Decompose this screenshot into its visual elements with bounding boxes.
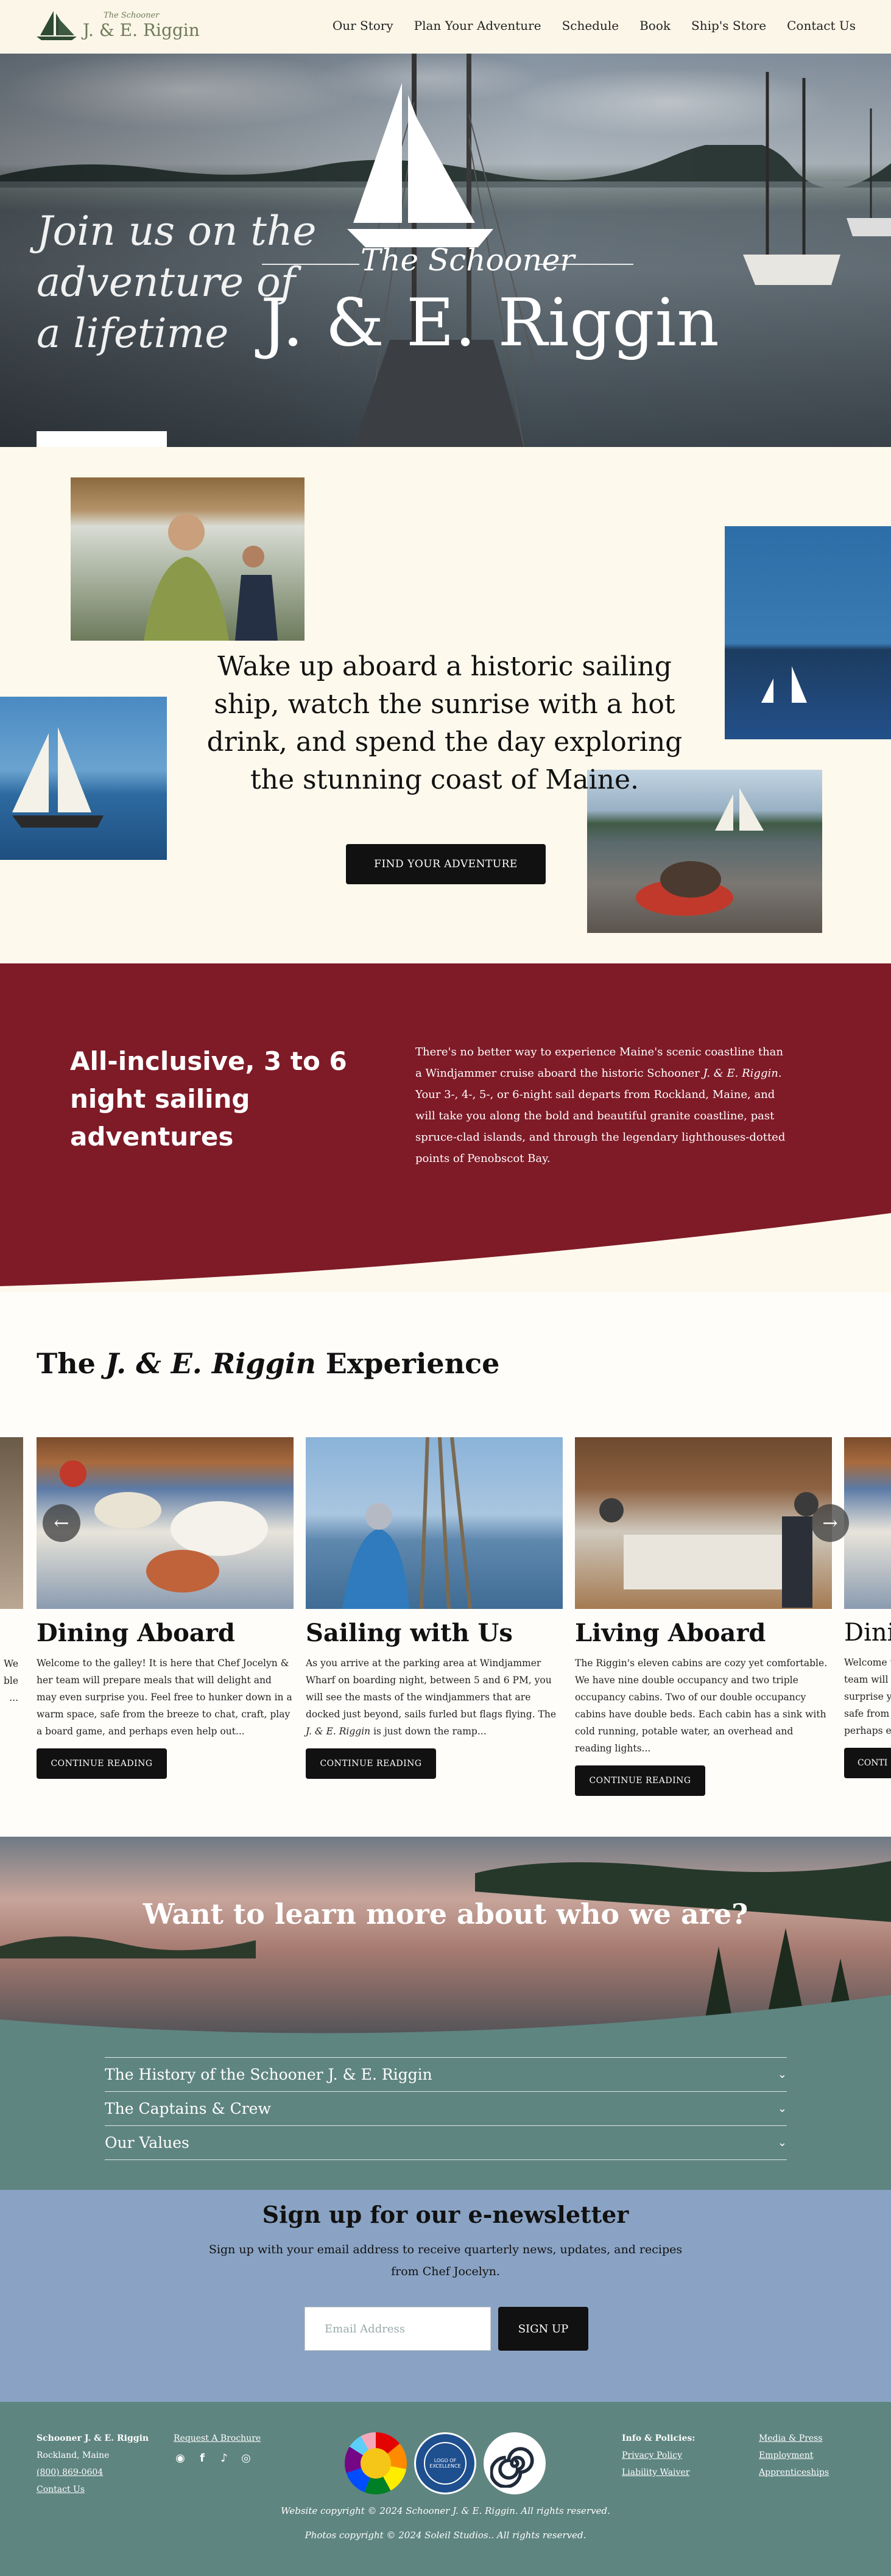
badge-row: LOGO OF EXCELLENCE (345, 2432, 546, 2494)
main-nav: Our Story Plan Your Adventure Schedule B… (333, 18, 856, 33)
card-title: Sailing with Us (306, 1619, 513, 1647)
sailing-with-us-card: Sailing with Us As you arrive at the par… (306, 1437, 563, 1779)
schooner-logo-icon (37, 11, 77, 40)
website-copyright: Website copyright © 2024 Schooner J. & E… (281, 2505, 610, 2516)
find-your-adventure-button[interactable]: FIND YOUR ADVENTURE (346, 844, 546, 884)
intro-text: Wake up aboard a historic sailing ship, … (206, 651, 683, 795)
sailing-with-us-photo (306, 1437, 563, 1609)
accordion-divider (105, 2159, 787, 2160)
facebook-icon[interactable]: f (195, 2452, 209, 2465)
nav-our-story[interactable]: Our Story (333, 18, 393, 33)
accordion-our-values[interactable]: Our Values ⌄ (105, 2125, 787, 2159)
continue-reading-button[interactable]: CONTINUE READING (306, 1748, 436, 1779)
next-card-continue-button[interactable]: CONTI (844, 1748, 891, 1778)
request-brochure-link[interactable]: Request A Brochure (174, 2430, 261, 2447)
footer-policies: Info & Policies: Privacy Policy Liabilit… (622, 2430, 695, 2481)
living-aboard-photo (575, 1437, 832, 1609)
chevron-down-icon: ⌄ (777, 2102, 787, 2115)
continue-reading-button[interactable]: CONTINUE READING (37, 1748, 167, 1779)
all-inclusive-section: All-inclusive, 3 to 6 night sailing adve… (0, 963, 891, 1292)
learn-more-section: Want to learn more about who we are? The… (0, 1837, 891, 2190)
nav-contact-us[interactable]: Contact Us (787, 18, 856, 33)
card-title: Dining Aboard (37, 1619, 235, 1647)
experience-title: The J. & E. Riggin Experience (37, 1347, 500, 1380)
guest-on-deck-photo (71, 477, 305, 641)
nav-plan-your-adventure[interactable]: Plan Your Adventure (414, 18, 541, 33)
newsletter-title: Sign up for our e-newsletter (262, 2201, 629, 2228)
accordion-history[interactable]: The History of the Schooner J. & E. Rigg… (105, 2057, 787, 2091)
footer-contact: Schooner J. & E. Riggin Rockland, Maine … (37, 2430, 149, 2498)
chevron-down-icon: ⌄ (777, 2136, 787, 2149)
living-aboard-card: Living Aboard The Riggin's eleven cabins… (575, 1437, 832, 1796)
chevron-down-icon: ⌄ (777, 2068, 787, 2081)
nav-schedule[interactable]: Schedule (562, 18, 619, 33)
photos-copyright: Photos copyright © 2024 Soleil Studios..… (305, 2530, 586, 2541)
phone-link[interactable]: (800) 869-0604 (37, 2464, 149, 2481)
liability-waiver-link[interactable]: Liability Waiver (622, 2464, 695, 2481)
carousel-next-arrow-icon[interactable]: → (811, 1504, 849, 1542)
nav-book[interactable]: Book (639, 18, 671, 33)
card-text: Welcome to the galley! It is here that C… (37, 1658, 292, 1737)
nav-ships-store[interactable]: Ship's Store (691, 18, 766, 33)
card-title: Living Aboard (575, 1619, 766, 1647)
distant-sailboats-photo (725, 526, 891, 739)
newsletter-text: Sign up with your email address to recei… (208, 2243, 683, 2278)
social-links: ◉ f ♪ ◎ (174, 2452, 261, 2465)
logo-big-text: J. & E. Riggin (83, 20, 200, 40)
footer-brochure: Request A Brochure ◉ f ♪ ◎ (174, 2430, 261, 2465)
media-press-link[interactable]: Media & Press (759, 2430, 829, 2447)
carousel-prev-arrow-icon[interactable]: ← (43, 1504, 80, 1542)
privacy-policy-link[interactable]: Privacy Policy (622, 2447, 695, 2464)
logo-small-text: The Schooner (104, 11, 160, 20)
all-inclusive-paragraph: There's no better way to experience Main… (415, 1046, 786, 1165)
logo-of-excellence-badge-icon: LOGO OF EXCELLENCE (414, 2432, 476, 2494)
sunset-islands-photo (0, 1837, 891, 2044)
card-text: As you arrive at the parking area at Win… (306, 1658, 557, 1737)
next-card-partial (844, 1437, 891, 1609)
dining-aboard-card: Dining Aboard Welcome to the galley! It … (37, 1437, 294, 1779)
instagram-icon[interactable]: ◉ (174, 2452, 187, 2465)
hero-section: Join us on the adventure of a lifetime T… (0, 54, 891, 447)
hero-anchored-boats-image (743, 72, 891, 285)
site-footer: Schooner J. & E. Riggin Rockland, Maine … (0, 2402, 891, 2576)
progress-pride-badge-icon (345, 2432, 407, 2494)
site-header: The Schooner J. & E. Riggin Our Story Pl… (0, 0, 891, 54)
card-text: The Riggin's eleven cabins are cozy yet … (575, 1658, 828, 1754)
hero-sails-logo-icon (347, 83, 493, 247)
page: The Schooner J. & E. Riggin Our Story Pl… (0, 0, 891, 2576)
all-inclusive-heading: All-inclusive, 3 to 6 night sailing adve… (70, 1046, 347, 1152)
previous-card-partial (0, 1437, 23, 1609)
contact-us-link[interactable]: Contact Us (37, 2481, 149, 2498)
footer-links: Media & Press Employment Apprenticeships (759, 2430, 829, 2481)
hero-title-big: J. & E. Riggin (261, 285, 720, 361)
tripadvisor-icon[interactable]: ◎ (239, 2452, 253, 2465)
schooner-under-sail-photo (0, 697, 167, 860)
email-field[interactable] (305, 2307, 491, 2351)
continue-reading-button[interactable]: CONTINUE READING (575, 1765, 705, 1796)
newsletter-section: Sign up for our e-newsletter Sign up wit… (0, 2190, 891, 2402)
intro-section: Wake up aboard a historic sailing ship, … (0, 447, 891, 963)
learn-more-title: Want to learn more about who we are? (143, 1898, 748, 1930)
sign-up-button[interactable]: SIGN UP (498, 2307, 588, 2351)
apprenticeships-link[interactable]: Apprenticeships (759, 2464, 829, 2481)
accordion-captains-crew[interactable]: The Captains & Crew ⌄ (105, 2091, 787, 2125)
spiral-badge-icon (484, 2432, 546, 2494)
employment-link[interactable]: Employment (759, 2447, 829, 2464)
tiktok-icon[interactable]: ♪ (217, 2452, 231, 2465)
site-logo[interactable]: The Schooner J. & E. Riggin (35, 9, 200, 43)
hero-title-small: The Schooner (361, 242, 575, 278)
book-now-button[interactable]: BOOK NOW (37, 431, 167, 447)
